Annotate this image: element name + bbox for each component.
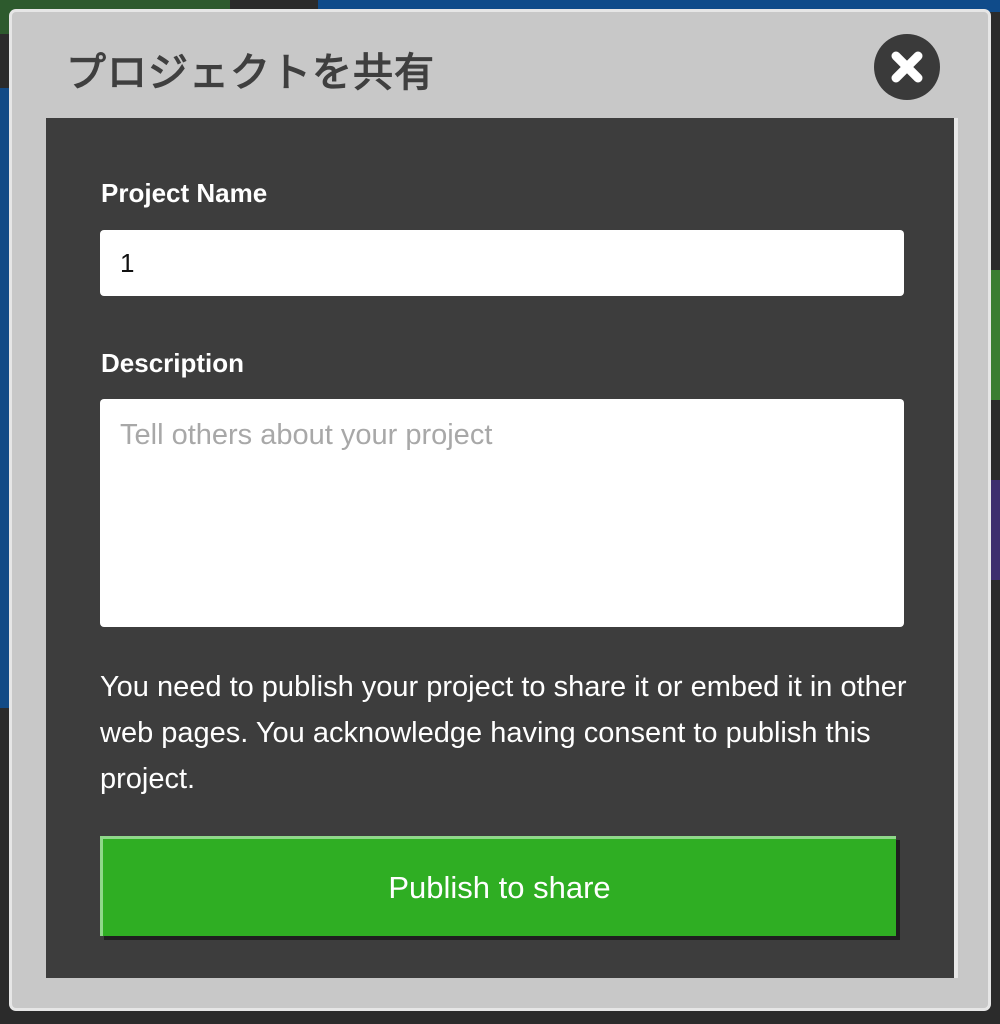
background-toolbar-blue (318, 0, 1000, 12)
publish-notice: You need to publish your project to shar… (100, 671, 907, 795)
close-x-glyph (891, 51, 923, 83)
close-icon[interactable] (874, 34, 940, 100)
background-right-panel (986, 270, 1000, 400)
project-name-label: Project Name (101, 178, 268, 208)
dialog-body: Project Name Description You need to pub… (46, 118, 958, 978)
share-project-dialog: プロジェクトを共有 Project Name Description You n… (12, 12, 988, 1008)
background-right-panel-2 (986, 480, 1000, 580)
description-label: Description (101, 348, 245, 378)
description-input[interactable] (100, 399, 904, 627)
dialog-title: プロジェクトを共有 (66, 50, 435, 96)
publish-button[interactable]: Publish to share (100, 836, 896, 936)
project-name-input[interactable] (100, 230, 904, 296)
dialog-header: プロジェクトを共有 (12, 12, 988, 116)
